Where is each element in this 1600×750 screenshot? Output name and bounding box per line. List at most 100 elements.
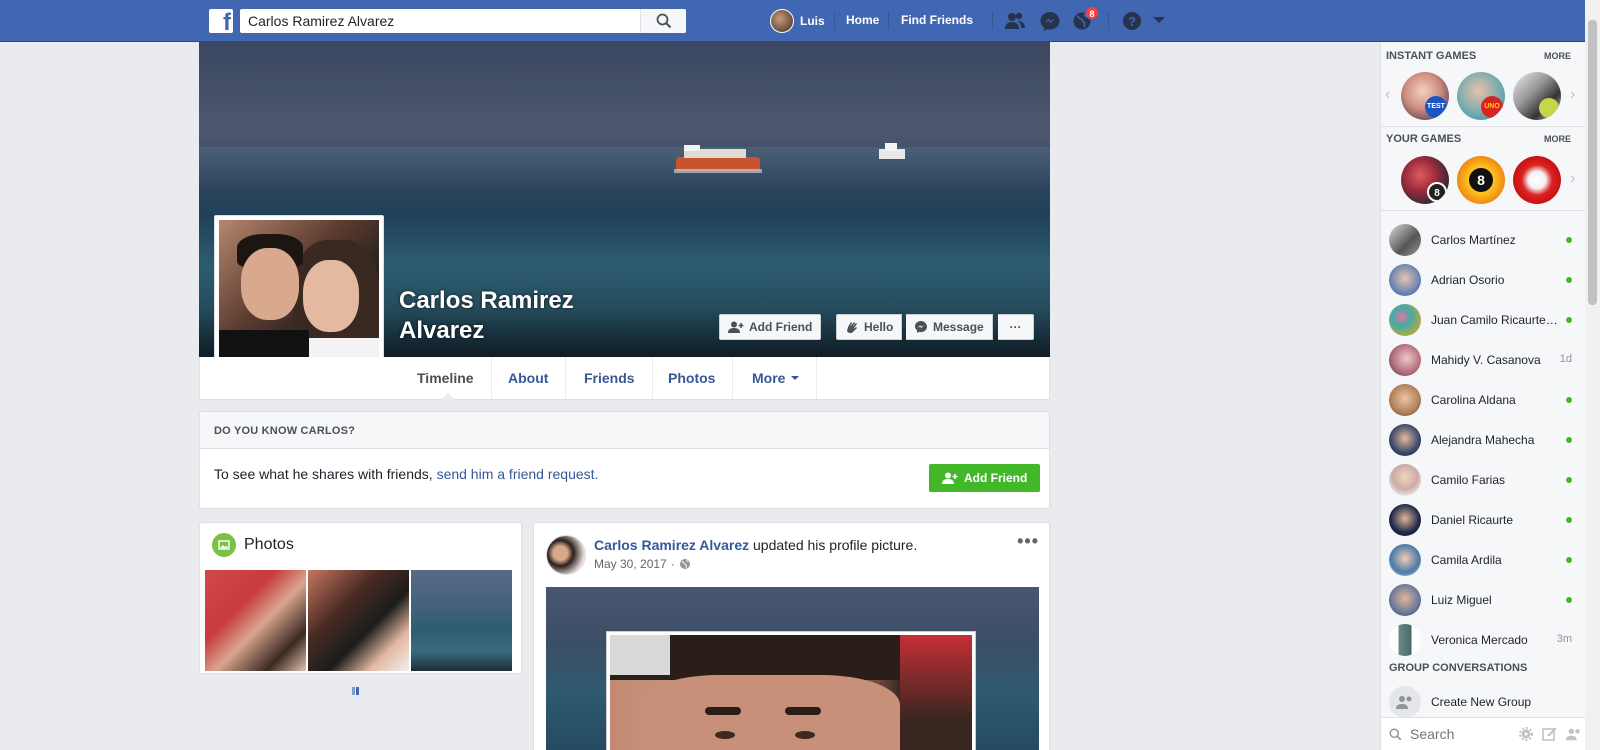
post-photo[interactable]: [546, 587, 1039, 750]
messenger-icon: [915, 321, 927, 333]
contact-item[interactable]: Adrian Osorio: [1381, 260, 1586, 300]
search-icon: [1389, 727, 1402, 740]
photo-thumbnail[interactable]: [308, 570, 409, 671]
carousel-right-chevron-icon[interactable]: ›: [1570, 170, 1575, 188]
create-new-group-label: Create New Group: [1431, 695, 1532, 709]
search-button[interactable]: [640, 9, 686, 33]
post-author-avatar[interactable]: [546, 535, 586, 575]
more-options-button[interactable]: ···: [998, 314, 1034, 340]
contact-name: Veronica Mercado: [1431, 633, 1528, 647]
contact-item[interactable]: Mahidy V. Casanova 1d: [1381, 340, 1586, 380]
send-friend-request-link[interactable]: send him a friend request.: [437, 466, 599, 482]
your-game-thumbnail[interactable]: [1513, 156, 1561, 204]
instant-game-thumbnail[interactable]: UNO: [1457, 72, 1505, 120]
carousel-right-chevron-icon[interactable]: ›: [1570, 86, 1575, 104]
instant-games-more-link[interactable]: MORE: [1544, 51, 1571, 61]
do-you-know-card: DO YOU KNOW CARLOS? To see what he share…: [199, 411, 1050, 509]
contact-item[interactable]: Carolina Aldana: [1381, 380, 1586, 420]
messenger-icon[interactable]: [1039, 11, 1061, 31]
search-input[interactable]: [240, 9, 686, 33]
hello-button[interactable]: Hello: [836, 314, 903, 340]
search-icon: [656, 13, 671, 29]
last-active-time: 3m: [1556, 633, 1572, 645]
active-tab-caret: [441, 393, 455, 400]
nav-home-link[interactable]: Home: [846, 13, 879, 27]
online-status: [1566, 237, 1572, 243]
nav-find-friends-link[interactable]: Find Friends: [901, 13, 973, 27]
add-friend-icon: [942, 472, 958, 484]
tab-photos[interactable]: Photos: [651, 357, 734, 399]
contact-item[interactable]: Juan Camilo Ricaurte…: [1381, 300, 1586, 340]
contact-name: Luiz Miguel: [1431, 593, 1492, 607]
sidebar-search-bar: [1381, 717, 1586, 750]
post-action-text: updated his profile picture.: [749, 537, 918, 553]
new-group-icon[interactable]: [1566, 726, 1582, 742]
game-badge-icon: [1539, 98, 1559, 118]
online-status: [1566, 277, 1572, 283]
gear-icon[interactable]: [1518, 726, 1534, 742]
add-friend-button[interactable]: Add Friend: [719, 314, 822, 340]
post-header-text: Carlos Ramirez Alvarez updated his profi…: [594, 537, 917, 553]
contact-item[interactable]: Carlos Martínez: [1381, 220, 1586, 260]
profile-picture-image: [219, 220, 379, 380]
create-new-group-item[interactable]: Create New Group: [1381, 682, 1586, 722]
online-status: [1566, 437, 1572, 443]
nav-user-profile-link[interactable]: Luis: [770, 9, 825, 33]
online-status: [1566, 397, 1572, 403]
carousel-left-chevron-icon[interactable]: ‹: [1385, 86, 1390, 104]
new-message-icon[interactable]: [1542, 726, 1558, 742]
instant-game-thumbnail[interactable]: TEST: [1401, 72, 1449, 120]
nav-divider: [834, 12, 835, 30]
account-menu-chevron-down-icon[interactable]: [1152, 15, 1166, 25]
tab-friends[interactable]: Friends: [567, 357, 653, 399]
tab-about[interactable]: About: [491, 357, 567, 399]
instant-game-thumbnail[interactable]: [1513, 72, 1561, 120]
right-sidebar: INSTANT GAMES MORE ‹ TEST UNO › YOUR GAM…: [1380, 42, 1586, 750]
contact-item[interactable]: Camilo Farias: [1381, 460, 1586, 500]
friend-requests-icon[interactable]: [1004, 11, 1026, 31]
contact-name: Camila Ardila: [1431, 553, 1502, 567]
do-you-know-message: To see what he shares with friends,: [214, 466, 433, 482]
post-options-button[interactable]: •••: [1017, 531, 1039, 552]
contact-name: Alejandra Mahecha: [1431, 433, 1535, 447]
avatar: [1389, 624, 1421, 656]
your-games-more-link[interactable]: MORE: [1544, 134, 1571, 144]
tab-about-label: About: [508, 370, 549, 386]
page-scrollbar-thumb[interactable]: [1588, 20, 1597, 305]
post-author-link[interactable]: Carlos Ramirez Alvarez: [594, 537, 749, 553]
online-dot: [1566, 437, 1572, 443]
game-badge: 8: [1469, 168, 1493, 192]
cover-horizon: [199, 147, 1050, 187]
add-friend-green-button[interactable]: Add Friend: [929, 464, 1041, 492]
add-friend-icon: [728, 321, 744, 333]
post-date-link[interactable]: May 30, 2017: [594, 557, 667, 571]
photo-thumbnail[interactable]: [205, 570, 306, 671]
sidebar-search-input[interactable]: [1410, 726, 1510, 742]
online-dot: [1566, 477, 1572, 483]
timeline-post: Carlos Ramirez Alvarez updated his profi…: [533, 522, 1050, 750]
your-game-thumbnail[interactable]: 8: [1457, 156, 1505, 204]
tab-more[interactable]: More: [735, 357, 818, 399]
contact-item[interactable]: Daniel Ricaurte: [1381, 500, 1586, 540]
caret-down-icon: [791, 376, 800, 380]
your-games-title: YOUR GAMES: [1386, 133, 1462, 145]
facebook-logo-icon[interactable]: f: [209, 9, 233, 33]
contact-item[interactable]: Camila Ardila: [1381, 540, 1586, 580]
public-globe-icon[interactable]: [679, 558, 691, 570]
group-icon: [1389, 686, 1421, 718]
contact-item[interactable]: Veronica Mercado 3m: [1381, 620, 1586, 660]
contact-item[interactable]: Alejandra Mahecha: [1381, 420, 1586, 460]
contact-item[interactable]: Luiz Miguel: [1381, 580, 1586, 620]
online-dot: [1566, 237, 1572, 243]
avatar: [1389, 344, 1421, 376]
cover-small-boat-image: [879, 143, 905, 159]
avatar: [1389, 504, 1421, 536]
message-button[interactable]: Message: [906, 314, 993, 340]
help-icon[interactable]: ?: [1121, 11, 1143, 31]
photos-card-header[interactable]: Photos: [212, 533, 294, 557]
avatar: [1389, 224, 1421, 256]
profile-tabs: Timeline About Friends Photos More: [199, 357, 1050, 400]
photo-thumbnail[interactable]: [411, 570, 512, 671]
your-game-thumbnail[interactable]: 8: [1401, 156, 1449, 204]
sidebar-divider: [1381, 126, 1586, 127]
